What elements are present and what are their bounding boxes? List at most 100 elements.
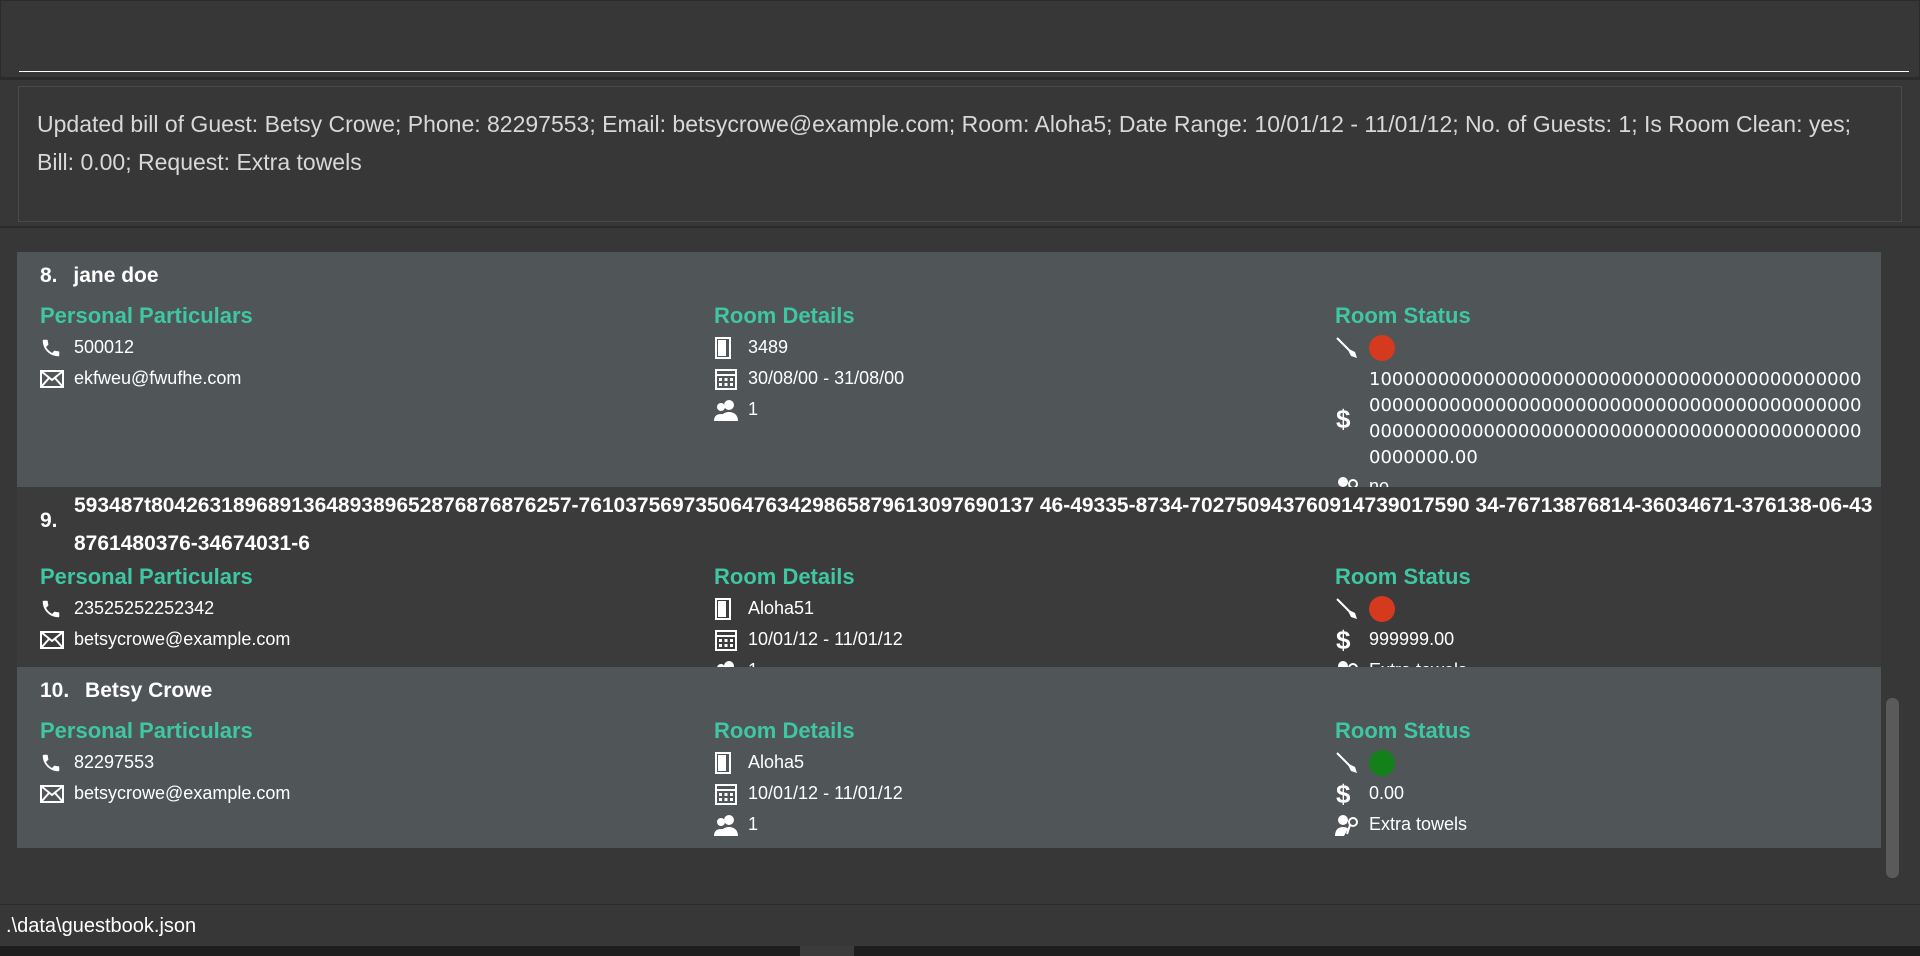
date-range-value: 30/08/00 - 31/08/00 bbox=[748, 368, 905, 388]
room-details-heading: Room Details bbox=[714, 564, 855, 589]
window-bottom-handle bbox=[800, 946, 854, 956]
phone-icon bbox=[40, 598, 74, 620]
personal-particulars-heading: Personal Particulars bbox=[40, 303, 253, 328]
door-icon bbox=[714, 597, 748, 620]
svg-text:$: $ bbox=[1336, 406, 1351, 432]
door-icon bbox=[714, 336, 748, 359]
guest-name-row: 8. jane doe bbox=[40, 264, 159, 288]
dollar-icon: $ bbox=[1335, 781, 1369, 807]
bill-value: 999999.00 bbox=[1369, 629, 1455, 649]
guest-name: 593487t804263189689136489389652876876876… bbox=[74, 494, 1873, 555]
dollar-icon: $ bbox=[1335, 406, 1369, 432]
personal-particulars-section: Personal Particulars 500012 ekfweu@fwufh… bbox=[40, 300, 680, 394]
room-row: Aloha5 bbox=[714, 747, 1314, 778]
date-range-row: 10/01/12 - 11/01/12 bbox=[714, 778, 1314, 809]
guest-card[interactable]: 9. 593487t804263189689136489389652876876… bbox=[17, 487, 1881, 682]
room-status-section: Room Status $ 0.00 Extra towels bbox=[1335, 715, 1875, 840]
date-range-value: 10/01/12 - 11/01/12 bbox=[748, 783, 903, 803]
bill-value: 0.00 bbox=[1369, 783, 1405, 803]
date-range-row: 30/08/00 - 31/08/00 bbox=[714, 363, 1314, 394]
personal-particulars-heading: Personal Particulars bbox=[40, 564, 253, 589]
num-guests-row: 1 bbox=[714, 809, 1314, 840]
guest-name: Betsy Crowe bbox=[85, 679, 213, 702]
num-guests-value: 1 bbox=[748, 399, 759, 419]
room-status-heading: Room Status bbox=[1335, 303, 1471, 328]
people-icon bbox=[714, 399, 748, 421]
bill-row: $ 0.00 bbox=[1335, 778, 1875, 809]
clean-status-dot bbox=[1369, 595, 1395, 622]
broom-icon bbox=[1335, 336, 1369, 360]
room-value: 3489 bbox=[748, 337, 789, 357]
envelope-icon bbox=[40, 630, 74, 649]
result-display-area: Updated bill of Guest: Betsy Crowe; Phon… bbox=[0, 78, 1920, 228]
phone-row: 500012 bbox=[40, 332, 680, 363]
guest-card[interactable]: 8. jane doe Personal Particulars 500012 … bbox=[17, 252, 1881, 498]
clean-status-row bbox=[1335, 747, 1875, 778]
guest-index-label: 9. bbox=[40, 509, 58, 533]
email-row: betsycrowe@example.com bbox=[40, 624, 680, 655]
clean-status-row bbox=[1335, 332, 1875, 363]
guest-index: 10. bbox=[40, 679, 70, 702]
email-row: betsycrowe@example.com bbox=[40, 778, 680, 809]
phone-value: 23525252252342 bbox=[74, 598, 215, 618]
bill-row: $ 10000000000000000000000000000000000000… bbox=[1335, 367, 1875, 471]
room-status-heading: Room Status bbox=[1335, 718, 1471, 743]
svg-text:$: $ bbox=[1336, 781, 1351, 807]
guest-list[interactable]: 8. jane doe Personal Particulars 500012 … bbox=[17, 252, 1881, 912]
request-row: Extra towels bbox=[1335, 809, 1875, 840]
calendar-icon bbox=[714, 367, 748, 391]
guest-index: 8. bbox=[40, 264, 58, 287]
dollar-icon: $ bbox=[1335, 627, 1369, 653]
email-value: betsycrowe@example.com bbox=[74, 629, 291, 649]
guest-name: jane doe bbox=[73, 264, 159, 287]
svg-text:$: $ bbox=[1336, 627, 1351, 653]
clean-status-row bbox=[1335, 593, 1875, 624]
phone-value: 500012 bbox=[74, 337, 135, 357]
broom-icon bbox=[1335, 597, 1369, 621]
guest-name-row: 10. Betsy Crowe bbox=[40, 679, 212, 703]
envelope-icon bbox=[40, 369, 74, 388]
door-icon bbox=[714, 751, 748, 774]
clean-status-dot bbox=[1369, 749, 1395, 776]
email-value: ekfweu@fwufhe.com bbox=[74, 368, 242, 388]
clean-status-dot bbox=[1369, 334, 1395, 361]
phone-icon bbox=[40, 752, 74, 774]
personal-particulars-heading: Personal Particulars bbox=[40, 718, 253, 743]
room-details-section: Room Details 3489 30/08/00 - 31/08/00 1 bbox=[714, 300, 1314, 425]
request-value: Extra towels bbox=[1369, 814, 1468, 834]
phone-icon bbox=[40, 337, 74, 359]
room-value: Aloha51 bbox=[748, 598, 815, 618]
room-details-heading: Room Details bbox=[714, 303, 855, 328]
phone-row: 82297553 bbox=[40, 747, 680, 778]
guest-list-panel: 8. jane doe Personal Particulars 500012 … bbox=[0, 228, 1920, 904]
personal-particulars-section: Personal Particulars 82297553 betsycrowe… bbox=[40, 715, 680, 809]
phone-value: 82297553 bbox=[74, 752, 155, 772]
phone-row: 23525252252342 bbox=[40, 593, 680, 624]
room-value: Aloha5 bbox=[748, 752, 805, 772]
command-input[interactable] bbox=[19, 11, 1909, 72]
list-scrollbar-thumb[interactable] bbox=[1886, 698, 1899, 878]
calendar-icon bbox=[714, 628, 748, 652]
people-icon bbox=[714, 814, 748, 836]
guest-card[interactable]: 10. Betsy Crowe Personal Particulars 822… bbox=[17, 667, 1881, 848]
concierge-icon bbox=[1335, 814, 1369, 836]
room-row: 3489 bbox=[714, 332, 1314, 363]
command-box-area bbox=[0, 0, 1920, 78]
window-bottom-edge bbox=[0, 946, 1920, 956]
email-value: betsycrowe@example.com bbox=[74, 783, 291, 803]
personal-particulars-section: Personal Particulars 23525252252342 bets… bbox=[40, 561, 680, 655]
status-bar-footer: .\data\guestbook.json bbox=[0, 904, 1920, 946]
room-details-section: Room Details Aloha5 10/01/12 - 11/01/12 … bbox=[714, 715, 1314, 840]
num-guests-row: 1 bbox=[714, 394, 1314, 425]
bill-value: 1000000000000000000000000000000000000000… bbox=[1369, 369, 1862, 468]
guest-index: 9. bbox=[40, 509, 58, 532]
bill-row: $ 999999.00 bbox=[1335, 624, 1875, 655]
date-range-value: 10/01/12 - 11/01/12 bbox=[748, 629, 903, 649]
room-details-heading: Room Details bbox=[714, 718, 855, 743]
room-status-heading: Room Status bbox=[1335, 564, 1471, 589]
calendar-icon bbox=[714, 782, 748, 806]
date-range-row: 10/01/12 - 11/01/12 bbox=[714, 624, 1314, 655]
num-guests-value: 1 bbox=[748, 814, 759, 834]
room-row: Aloha51 bbox=[714, 593, 1314, 624]
envelope-icon bbox=[40, 784, 74, 803]
